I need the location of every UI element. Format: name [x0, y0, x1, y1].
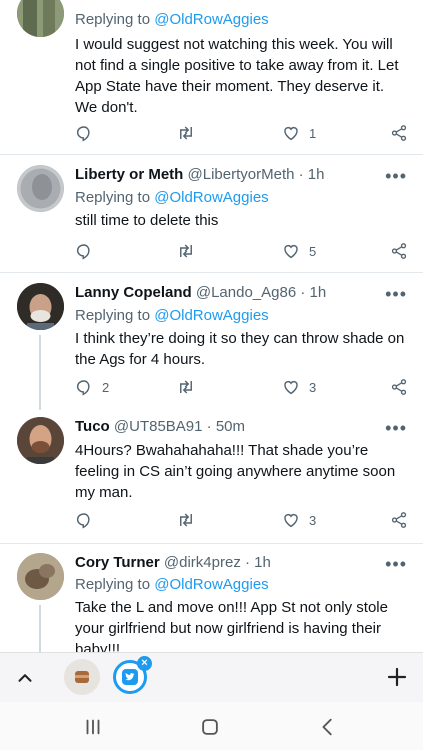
heart-icon: [284, 244, 298, 259]
handle-time: @UT85BA91 · 50m: [113, 418, 246, 435]
tweet-header: Cory Turner @dirk4prez · 1h: [75, 554, 413, 576]
reply-icon: [76, 380, 90, 396]
share-icon: [391, 379, 407, 395]
like-count: 3: [309, 379, 317, 395]
like-button[interactable]: 3: [282, 376, 316, 398]
avatar[interactable]: [17, 283, 64, 330]
retweet-icon: [180, 126, 192, 140]
tweet-text: Take the L and move on!!! App St not onl…: [75, 599, 388, 652]
tweet-actions: 5: [75, 240, 410, 262]
avatar[interactable]: [17, 0, 64, 37]
mention-link[interactable]: @OldRowAggies: [154, 307, 268, 324]
like-count: 1: [309, 125, 317, 141]
reply-button[interactable]: [75, 509, 102, 531]
retweet-icon: [180, 380, 192, 394]
share-button[interactable]: [390, 122, 408, 144]
reply-icon: [76, 126, 90, 142]
home-icon[interactable]: [199, 716, 221, 738]
retweet-icon: [180, 513, 192, 527]
more-options-icon[interactable]: •••: [385, 167, 407, 185]
reply-button[interactable]: 2: [75, 376, 109, 398]
tweet[interactable]: Liberty or Meth @LibertyorMeth · 1h ••• …: [0, 155, 423, 273]
mention-link[interactable]: @OldRowAggies: [154, 189, 268, 206]
thread-line: [39, 605, 41, 652]
share-icon: [391, 243, 407, 259]
share-icon: [391, 125, 407, 141]
tweet-header: Liberty or Meth @LibertyorMeth · 1h: [75, 166, 413, 188]
mention-link[interactable]: @OldRowAggies: [154, 576, 268, 593]
share-button[interactable]: [390, 509, 408, 531]
tweet[interactable]: Lanny Copeland @Lando_Ag86 · 1h ••• Repl…: [0, 273, 423, 410]
display-name[interactable]: Tuco: [75, 418, 110, 435]
back-icon[interactable]: [317, 716, 339, 738]
avatar[interactable]: [17, 553, 64, 600]
tweet-header: Lanny Copeland @Lando_Ag86 · 1h: [75, 284, 413, 306]
share-button[interactable]: [390, 240, 408, 262]
tab-thumbnail[interactable]: [64, 659, 100, 695]
tweet-text: 4Hours? Bwahahahaha!!! That shade you’re…: [75, 442, 396, 501]
handle-time: @LibertyorMeth · 1h: [187, 166, 325, 183]
recent-apps-icon[interactable]: [82, 716, 104, 738]
like-button[interactable]: 5: [282, 240, 316, 262]
plus-icon[interactable]: [385, 665, 409, 689]
display-name[interactable]: Cory Turner: [75, 554, 160, 571]
replying-to: Replying to @OldRowAggies: [75, 189, 269, 206]
tweet-text: still time to delete this: [75, 212, 219, 229]
handle-time: @dirk4prez · 1h: [163, 554, 271, 571]
display-name[interactable]: Lanny Copeland: [75, 284, 192, 301]
replying-to: Replying to @OldRowAggies: [75, 307, 269, 324]
tweet-text: I think they’re doing it so they can thr…: [75, 330, 405, 368]
handle-time: @Lando_Ag86 · 1h: [195, 284, 327, 301]
mention-link[interactable]: @OldRowAggies: [154, 11, 268, 28]
tweet[interactable]: Tuco @UT85BA91 · 50m ••• 4Hours? Bwahaha…: [0, 408, 423, 544]
retweet-button[interactable]: [177, 376, 204, 398]
heart-icon: [284, 126, 298, 141]
tweet-feed[interactable]: Replying to @OldRowAggies I would sugges…: [0, 0, 423, 652]
share-button[interactable]: [390, 376, 408, 398]
close-tab-icon[interactable]: ×: [137, 656, 152, 671]
reply-count: 2: [102, 379, 110, 395]
tweet-actions: 2 3: [75, 376, 410, 398]
pie-icon: [75, 671, 89, 683]
retweet-button[interactable]: [177, 509, 204, 531]
reply-button[interactable]: [75, 122, 102, 144]
tweet[interactable]: Cory Turner @dirk4prez · 1h ••• Replying…: [0, 544, 423, 652]
avatar[interactable]: [17, 417, 64, 464]
retweet-button[interactable]: [177, 122, 204, 144]
like-count: 3: [309, 512, 317, 528]
reply-icon: [76, 513, 90, 529]
tweet-header: Tuco @UT85BA91 · 50m: [75, 418, 413, 440]
share-icon: [391, 512, 407, 528]
avatar[interactable]: [17, 165, 64, 212]
tweet-text: I would suggest not watching this week. …: [75, 36, 399, 116]
like-count: 5: [309, 243, 317, 259]
tweet[interactable]: Replying to @OldRowAggies I would sugges…: [0, 0, 423, 155]
reply-button[interactable]: [75, 240, 102, 262]
replying-to: Replying to @OldRowAggies: [75, 576, 269, 593]
chevron-up-icon[interactable]: [14, 667, 36, 689]
retweet-icon: [180, 244, 192, 258]
more-options-icon[interactable]: •••: [385, 285, 407, 303]
more-options-icon[interactable]: •••: [385, 419, 407, 437]
display-name[interactable]: Liberty or Meth: [75, 166, 183, 183]
thread-line: [39, 335, 41, 410]
like-button[interactable]: 3: [282, 509, 316, 531]
reply-icon: [76, 244, 90, 260]
retweet-button[interactable]: [177, 240, 204, 262]
replying-to: Replying to @OldRowAggies: [75, 11, 269, 28]
system-nav-bar: [0, 702, 423, 750]
like-button[interactable]: 1: [282, 122, 316, 144]
tweet-actions: 1: [75, 122, 410, 144]
tab-strip: ×: [0, 652, 423, 702]
more-options-icon[interactable]: •••: [385, 555, 407, 573]
heart-icon: [284, 380, 298, 395]
heart-icon: [284, 513, 298, 528]
tweet-actions: 3: [75, 509, 410, 531]
